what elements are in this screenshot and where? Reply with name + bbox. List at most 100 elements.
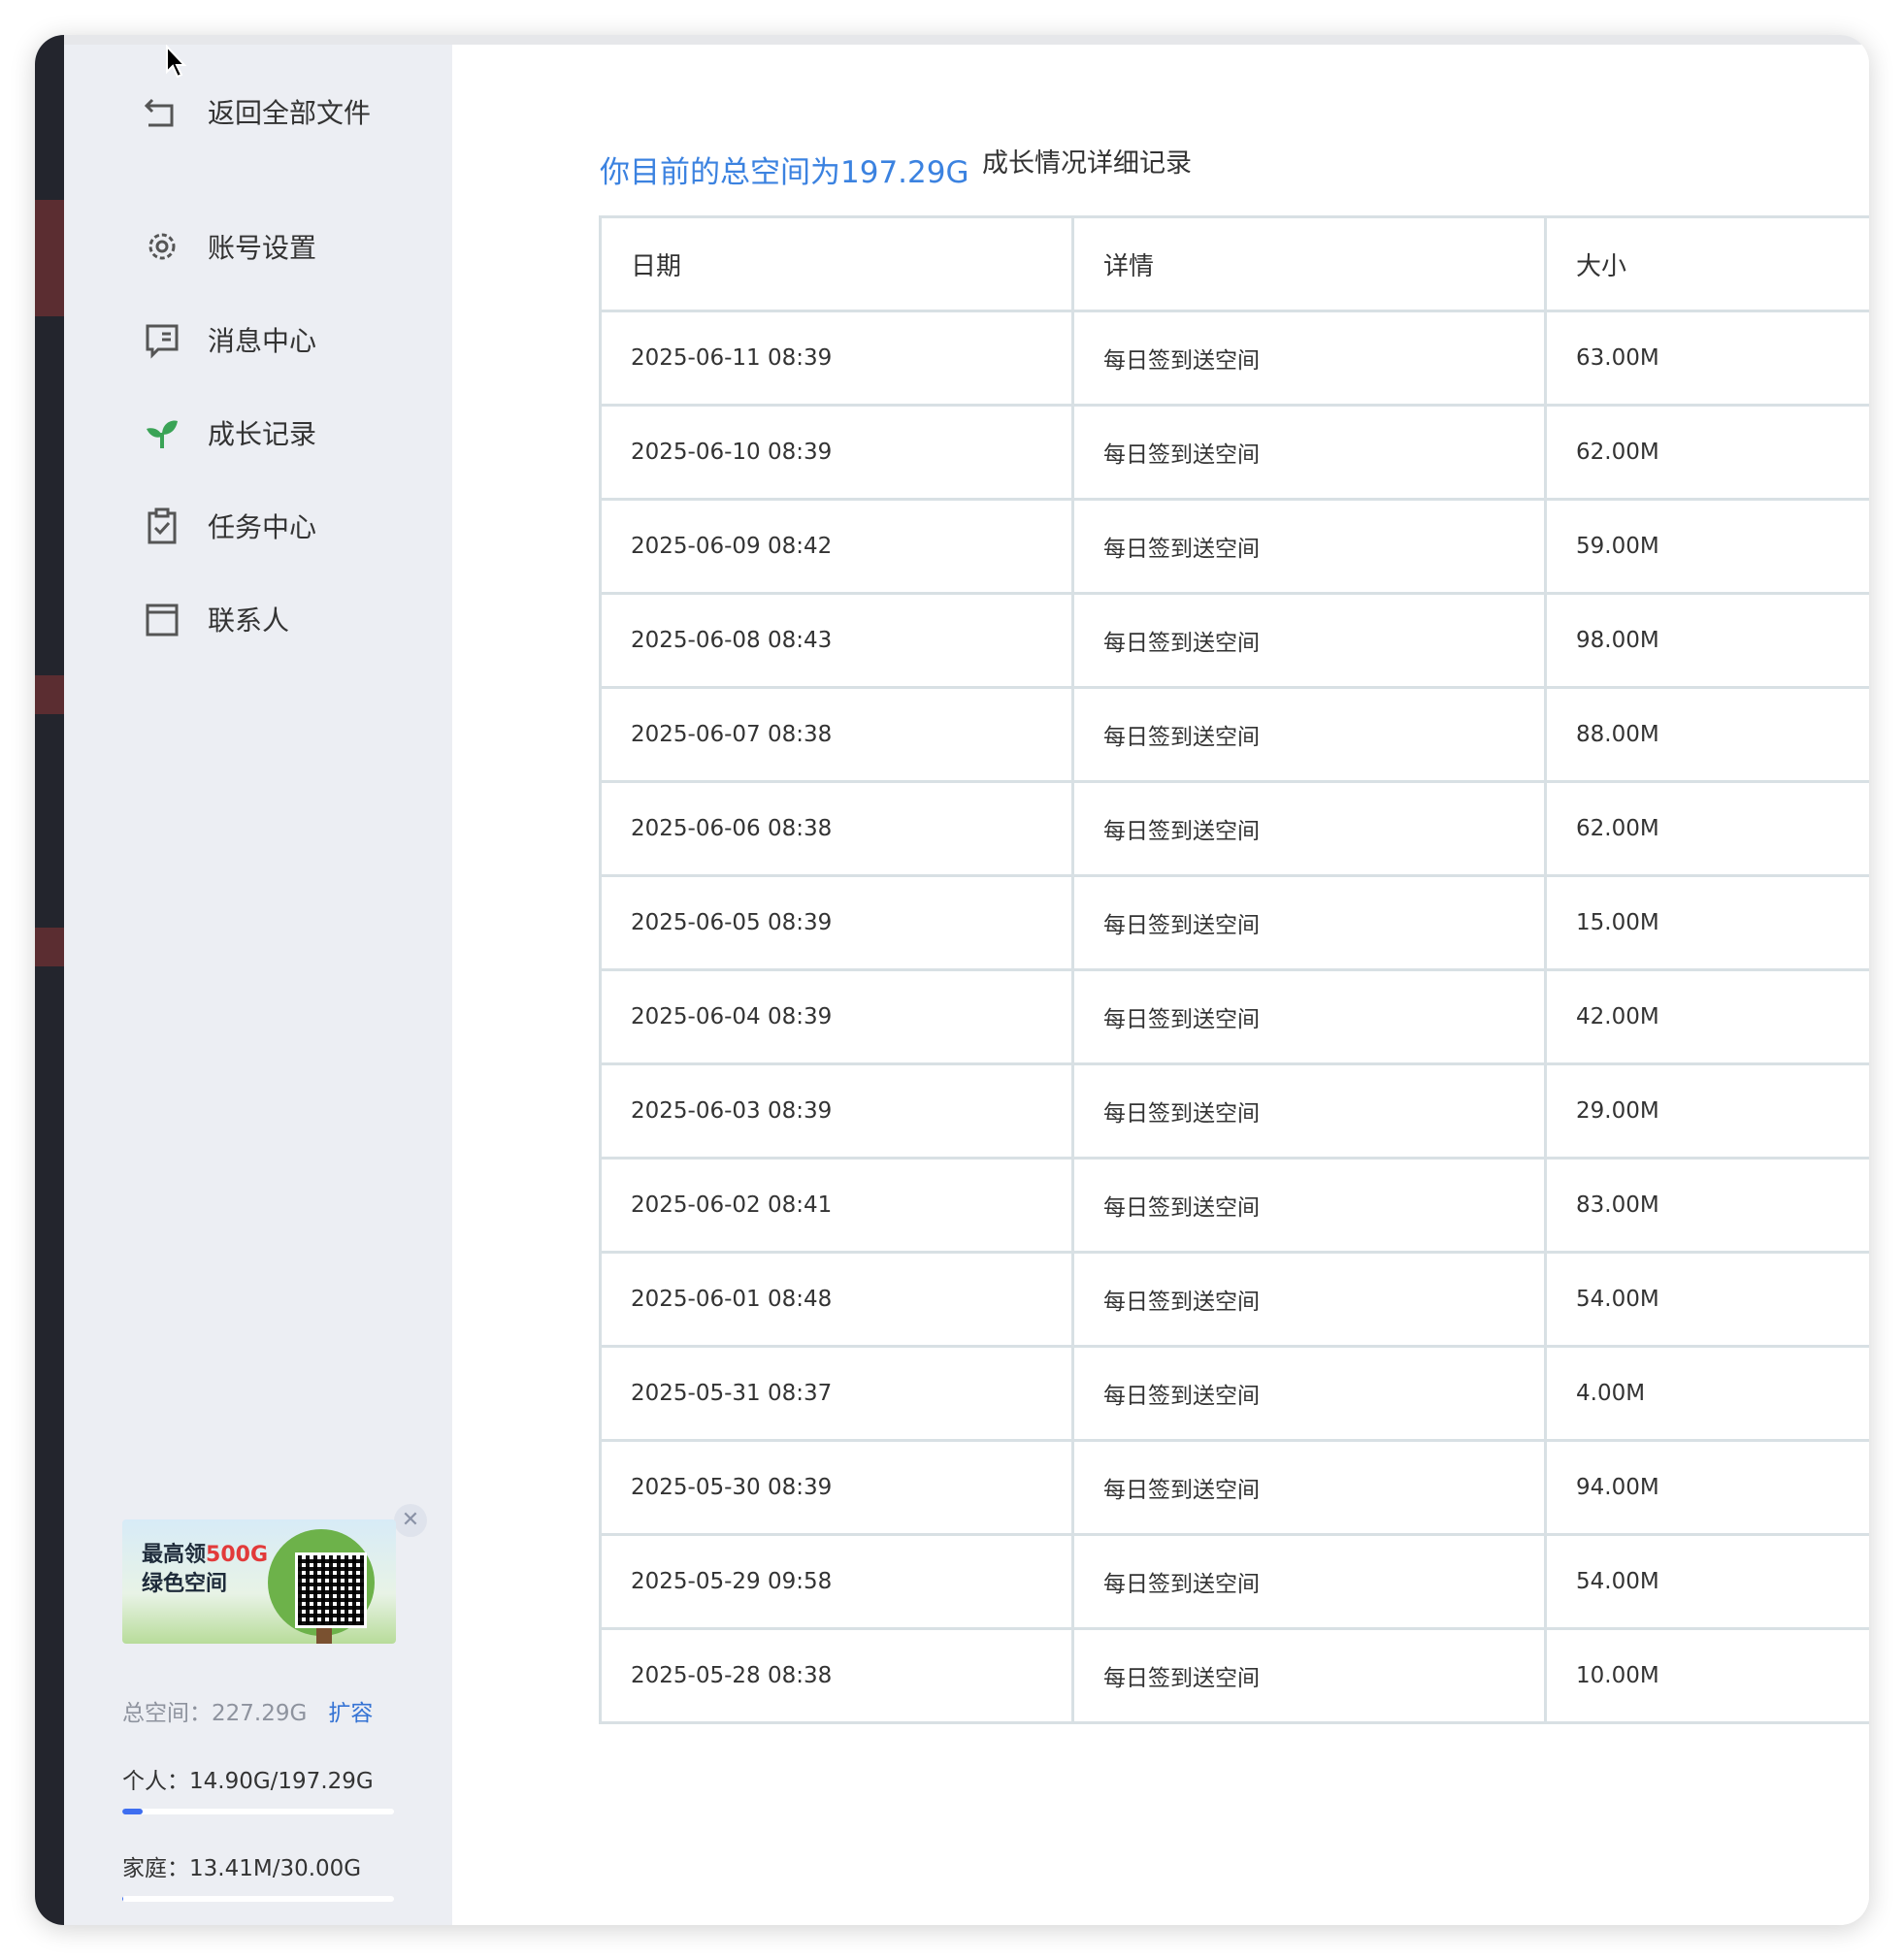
sidebar-item-label: 成长记录: [208, 418, 317, 450]
sidebar-item-account-settings[interactable]: 账号设置: [142, 200, 316, 293]
family-quota-label: 家庭：13.41M/30.00G: [122, 1856, 362, 1881]
table-row: 2025-06-11 08:39 每日签到送空间 63.00M: [599, 310, 1869, 407]
sidebar-item-label: 消息中心: [208, 325, 317, 357]
cell-detail: 每日签到送空间: [1071, 498, 1547, 595]
cell-detail: 每日签到送空间: [1071, 1157, 1547, 1254]
cell-size: 94.00M: [1544, 1439, 1869, 1536]
table-row: 2025-05-28 08:38 每日签到送空间 10.00M: [599, 1627, 1869, 1724]
promo-line1: 最高领500G: [142, 1543, 268, 1567]
cell-size: 63.00M: [1544, 310, 1869, 407]
expand-storage-link[interactable]: 扩容: [328, 1694, 373, 1727]
table-row: 2025-06-01 08:48 每日签到送空间 54.00M: [599, 1251, 1869, 1348]
qr-code: [295, 1552, 367, 1628]
cell-detail: 每日签到送空间: [1071, 874, 1547, 971]
cell-size: 83.00M: [1544, 1157, 1869, 1254]
growth-detail-heading[interactable]: 成长情况详细记录: [982, 142, 1192, 180]
promo-close-button[interactable]: ✕: [394, 1504, 427, 1537]
sidebar-item-contacts[interactable]: 联系人: [142, 572, 316, 666]
cell-detail: 每日签到送空间: [1071, 968, 1547, 1065]
cell-detail: 每日签到送空间: [1071, 1627, 1547, 1724]
table-row: 2025-06-04 08:39 每日签到送空间 42.00M: [599, 968, 1869, 1065]
cell-detail: 每日签到送空间: [1071, 780, 1547, 877]
total-space-label: 总空间：227.29G: [122, 1701, 308, 1726]
personal-quota-bar: [122, 1809, 394, 1814]
cell-size: 54.00M: [1544, 1533, 1869, 1630]
sidebar-item-growth-records[interactable]: 成长记录: [142, 386, 316, 479]
table-row: 2025-06-03 08:39 每日签到送空间 29.00M: [599, 1062, 1869, 1160]
table-row: 2025-06-10 08:39 每日签到送空间 62.00M: [599, 404, 1869, 501]
cell-detail: 每日签到送空间: [1071, 404, 1547, 501]
table-header-row: 日期 详情 大小: [599, 215, 1869, 312]
table-row: 2025-06-05 08:39 每日签到送空间 15.00M: [599, 874, 1869, 971]
sidebar-item-task-center[interactable]: 任务中心: [142, 479, 316, 572]
cell-detail: 每日签到送空间: [1071, 1062, 1547, 1160]
sidebar-item-label: 联系人: [208, 604, 290, 637]
cell-size: 15.00M: [1544, 874, 1869, 971]
message-icon: [142, 319, 182, 360]
cell-date: 2025-06-10 08:39: [599, 404, 1074, 501]
total-space-summary: 你目前的总空间为197.29G: [600, 155, 969, 190]
cell-size: 62.00M: [1544, 780, 1869, 877]
personal-quota-label: 个人：14.90G/197.29G: [122, 1769, 374, 1794]
mouse-cursor-icon: [166, 45, 187, 79]
main-content: 你目前的总空间为197.29G 成长情况详细记录 日期 详情 大小 2025-0…: [452, 45, 1869, 1925]
cell-size: 88.00M: [1544, 686, 1869, 783]
back-label: 返回全部文件: [208, 97, 372, 129]
table-row: 2025-06-02 08:41 每日签到送空间 83.00M: [599, 1157, 1869, 1254]
cell-size: 29.00M: [1544, 1062, 1869, 1160]
family-quota-bar: [122, 1896, 394, 1902]
promo-line2: 绿色空间: [142, 1572, 228, 1596]
back-to-all-files-button[interactable]: 返回全部文件: [142, 91, 371, 132]
cell-size: 54.00M: [1544, 1251, 1869, 1348]
cell-date: 2025-06-08 08:43: [599, 592, 1074, 689]
cell-date: 2025-05-30 08:39: [599, 1439, 1074, 1536]
cell-size: 98.00M: [1544, 592, 1869, 689]
table-row: 2025-05-29 09:58 每日签到送空间 54.00M: [599, 1533, 1869, 1630]
cell-date: 2025-06-03 08:39: [599, 1062, 1074, 1160]
sidebar: 返回全部文件 账号设置 消息中心 成长记录 任务中心 联系人 ✕ 最高领500G…: [64, 45, 452, 1925]
table-row: 2025-06-07 08:38 每日签到送空间 88.00M: [599, 686, 1869, 783]
sidebar-item-label: 账号设置: [208, 232, 317, 264]
cell-size: 4.00M: [1544, 1345, 1869, 1442]
storage-quota: 总空间：227.29G 扩容 个人：14.90G/197.29G 家庭：13.4…: [122, 1694, 394, 1902]
cell-date: 2025-06-02 08:41: [599, 1157, 1074, 1254]
column-header-date: 日期: [599, 215, 1074, 312]
cell-date: 2025-06-06 08:38: [599, 780, 1074, 877]
cell-size: 59.00M: [1544, 498, 1869, 595]
cell-date: 2025-05-28 08:38: [599, 1627, 1074, 1724]
promo-banner[interactable]: 最高领500G 绿色空间: [122, 1519, 396, 1644]
table-row: 2025-05-31 08:37 每日签到送空间 4.00M: [599, 1345, 1869, 1442]
table-row: 2025-06-06 08:38 每日签到送空间 62.00M: [599, 780, 1869, 877]
clipboard-check-icon: [142, 506, 182, 546]
cell-detail: 每日签到送空间: [1071, 1345, 1547, 1442]
contacts-icon: [142, 599, 182, 639]
sidebar-item-label: 任务中心: [208, 511, 317, 543]
background-terminal-strip: [35, 35, 66, 1925]
growth-records-table: 日期 详情 大小 2025-06-11 08:39 每日签到送空间 63.00M 20…: [599, 215, 1869, 1724]
table-row: 2025-06-09 08:42 每日签到送空间 59.00M: [599, 498, 1869, 595]
cell-date: 2025-05-29 09:58: [599, 1533, 1074, 1630]
column-header-size: 大小: [1544, 215, 1869, 312]
cell-date: 2025-05-31 08:37: [599, 1345, 1074, 1442]
cell-size: 10.00M: [1544, 1627, 1869, 1724]
cell-detail: 每日签到送空间: [1071, 1251, 1547, 1348]
sprout-icon: [142, 412, 182, 453]
cell-detail: 每日签到送空间: [1071, 592, 1547, 689]
cell-date: 2025-06-05 08:39: [599, 874, 1074, 971]
cell-detail: 每日签到送空间: [1071, 1439, 1547, 1536]
cell-size: 62.00M: [1544, 404, 1869, 501]
cell-date: 2025-06-11 08:39: [599, 310, 1074, 407]
back-arrow-icon: [142, 91, 182, 132]
gear-icon: [142, 226, 182, 267]
personal-quota-fill: [122, 1809, 144, 1814]
cell-detail: 每日签到送空间: [1071, 686, 1547, 783]
cell-date: 2025-06-01 08:48: [599, 1251, 1074, 1348]
column-header-detail: 详情: [1071, 215, 1547, 312]
cell-detail: 每日签到送空间: [1071, 1533, 1547, 1630]
table-row: 2025-06-08 08:43 每日签到送空间 98.00M: [599, 592, 1869, 689]
cell-detail: 每日签到送空间: [1071, 310, 1547, 407]
cell-date: 2025-06-04 08:39: [599, 968, 1074, 1065]
sidebar-item-message-center[interactable]: 消息中心: [142, 293, 316, 386]
table-row: 2025-05-30 08:39 每日签到送空间 94.00M: [599, 1439, 1869, 1536]
window-top-edge: [64, 35, 1869, 45]
